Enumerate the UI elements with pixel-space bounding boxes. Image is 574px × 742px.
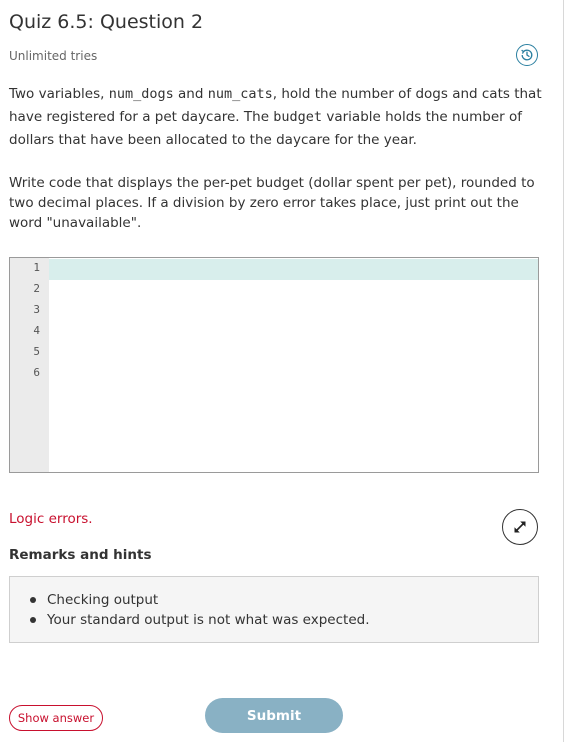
expand-icon bbox=[514, 521, 526, 533]
hint-item: Your standard output is not what was exp… bbox=[28, 610, 369, 630]
result-status: Logic errors. bbox=[9, 511, 93, 527]
tries-label: Unlimited tries bbox=[9, 49, 98, 63]
remarks-heading: Remarks and hints bbox=[9, 547, 152, 563]
line-number: 1 bbox=[33, 261, 40, 274]
history-button[interactable] bbox=[516, 44, 538, 66]
line-number: 6 bbox=[33, 366, 40, 379]
hints-list: Checking output Your standard output is … bbox=[28, 590, 369, 630]
line-number-gutter: 1 2 3 4 5 6 bbox=[10, 258, 49, 472]
show-answer-button[interactable]: Show answer bbox=[9, 705, 103, 731]
hint-item: Checking output bbox=[28, 590, 369, 610]
history-icon bbox=[521, 49, 533, 61]
submit-button[interactable]: Submit bbox=[205, 698, 343, 733]
line-number: 2 bbox=[33, 282, 40, 295]
question-title: Quiz 6.5: Question 2 bbox=[9, 11, 204, 33]
prompt-paragraph-2: Write code that displays the per-pet bud… bbox=[9, 175, 535, 231]
prompt-paragraph-1: Two variables, num_dogs and num_cats, ho… bbox=[9, 86, 542, 148]
line-number: 3 bbox=[33, 303, 40, 316]
line-number: 5 bbox=[33, 345, 40, 358]
line-number: 4 bbox=[33, 324, 40, 337]
var-budget: budget bbox=[273, 109, 323, 125]
code-input[interactable] bbox=[55, 259, 534, 469]
code-editor[interactable]: 1 2 3 4 5 6 bbox=[9, 257, 539, 473]
hints-box: Checking output Your standard output is … bbox=[9, 576, 539, 643]
var-num-dogs: num_dogs bbox=[108, 86, 174, 102]
expand-button[interactable] bbox=[502, 509, 538, 545]
var-num-cats: num_cats bbox=[207, 86, 273, 102]
panel-border bbox=[563, 0, 564, 742]
